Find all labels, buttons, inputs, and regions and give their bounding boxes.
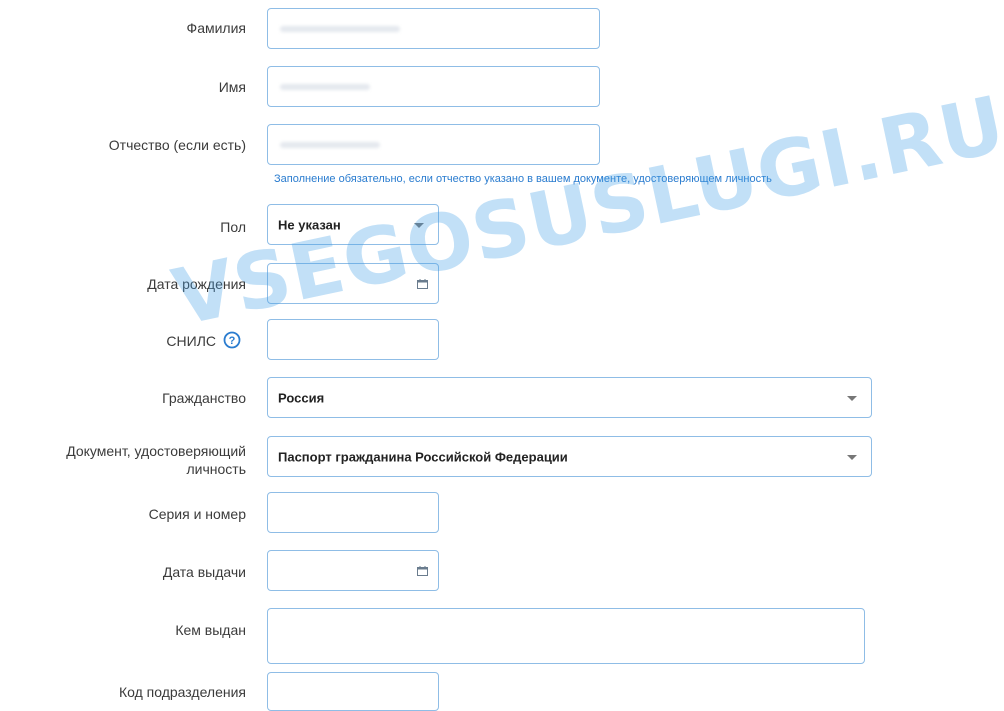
chevron-down-icon	[847, 395, 857, 401]
first-name-input[interactable]	[267, 66, 600, 107]
series-number-input[interactable]	[267, 492, 439, 533]
series-number-label: Серия и номер	[148, 506, 246, 522]
issued-by-textarea[interactable]	[267, 608, 865, 664]
patronymic-hint: Заполнение обязательно, если отчество ук…	[274, 173, 772, 185]
last-name-label: Фамилия	[186, 20, 246, 36]
first-name-value-redacted	[280, 83, 370, 90]
birth-date-label: Дата рождения	[147, 276, 246, 292]
id-document-label: Документ, удостоверяющий личность	[66, 443, 246, 477]
citizenship-selected-value: Россия	[278, 390, 325, 405]
department-code-input[interactable]	[267, 672, 439, 711]
citizenship-label: Гражданство	[162, 390, 246, 406]
first-name-label: Имя	[218, 79, 246, 95]
gender-select[interactable]: Не указан	[267, 204, 439, 245]
calendar-icon[interactable]	[417, 278, 428, 289]
issue-date-label: Дата выдачи	[162, 564, 246, 580]
patronymic-value-redacted	[280, 141, 380, 148]
patronymic-input[interactable]	[267, 124, 600, 165]
issued-by-label: Кем выдан	[175, 622, 246, 638]
citizenship-select[interactable]: Россия	[267, 377, 872, 418]
snils-input[interactable]	[267, 319, 439, 360]
id-document-selected-value: Паспорт гражданина Российской Федерации	[278, 449, 568, 464]
gender-label: Пол	[220, 219, 246, 235]
calendar-icon[interactable]	[417, 565, 428, 576]
patronymic-label: Отчество (если есть)	[108, 137, 246, 153]
last-name-value-redacted	[280, 25, 400, 32]
chevron-down-icon	[414, 222, 424, 228]
id-document-select[interactable]: Паспорт гражданина Российской Федерации	[267, 436, 872, 477]
last-name-input[interactable]	[267, 8, 600, 49]
svg-text:?: ?	[229, 335, 236, 347]
birth-date-input[interactable]	[267, 263, 439, 304]
gender-selected-value: Не указан	[278, 217, 341, 232]
issue-date-input[interactable]	[267, 550, 439, 591]
snils-label: СНИЛС	[166, 333, 216, 349]
department-code-label: Код подразделения	[118, 684, 246, 700]
help-icon[interactable]: ?	[223, 331, 241, 349]
chevron-down-icon	[847, 454, 857, 460]
